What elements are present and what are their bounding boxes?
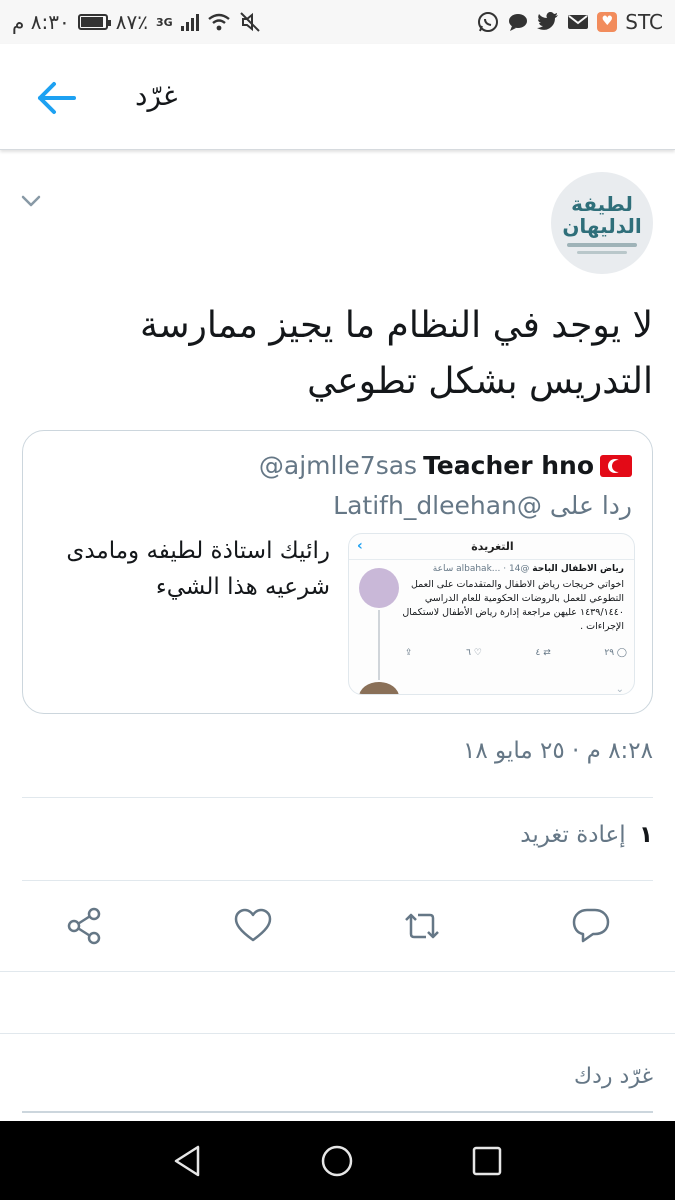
retweet-label: إعادة تغريد [520,822,626,848]
clock: ٨:٣٠ م [12,10,70,34]
avatar[interactable]: لطيفة الدليهان [551,172,653,274]
network-type: 3G [155,16,173,29]
reply-icon[interactable] [571,906,611,946]
quoted-display-name: Teacher hno [423,451,594,480]
carrier-name: STC [625,10,663,34]
app-header: غرّد [0,44,675,150]
media-actions: ⇪ ٦ ♡ ٤ ⇄ ٢٩ ◯ [405,648,627,658]
heart-app-icon: ♥ [597,12,618,32]
page-title: غرّد [135,79,178,112]
quoted-media-image[interactable]: التغريدة ‹ رياض الاطفال الباحة @albahak.… [348,533,635,695]
media-header: رياض الاطفال الباحة @albahak... · 14 ساع… [433,564,624,574]
media-like: ٦ ♡ [466,648,482,658]
status-bar: ٨:٣٠ م ٨٧٪ 3G ♥ STC [0,0,675,44]
android-nav-bar [0,1121,675,1200]
avatar-logo-text: لطيفة الدليهان [562,191,642,238]
quoted-tweet-card[interactable]: @ajmlle7sas Teacher hno ردا على @Latifh_… [22,430,653,714]
reply-underline [22,1111,653,1113]
reply-to-handle[interactable]: @Latifh_dleehan [333,491,542,520]
media-back-icon: ‹ [357,538,363,554]
media-author: رياض الاطفال الباحة [532,564,624,574]
tweet-text: لا يوجد في النظام ما يجيز ممارسة التدريس… [140,305,653,402]
reply-composer: غرّد ردك [0,1033,675,1123]
media-share-icon: ⇪ [405,648,413,658]
like-heart-icon[interactable] [233,906,273,946]
media-chevron-icon: ⌄ [615,684,624,695]
avatar-decoration [567,242,637,247]
whatsapp-icon [478,12,499,32]
media-retweet: ٤ ⇄ [535,648,551,658]
wifi-icon [207,13,230,31]
media-tweet-text: اخواتي خريجات رياض الاطفال والمتقدمات عل… [402,579,624,632]
media-handle-time: @albahak... · 14 ساعة [432,564,530,574]
nav-home-icon[interactable] [317,1141,357,1181]
quoted-tweet-header: @ajmlle7sas Teacher hno [259,451,632,480]
media-thread-line [378,610,380,680]
tweet-action-bar [0,880,675,972]
turkey-flag-icon [600,454,632,477]
battery-percent: ٨٧٪ [115,10,148,34]
media-avatar [359,682,399,694]
retweet-stats[interactable]: ١ إعادة تغريد [520,822,653,848]
tweet-timestamp: ٨:٢٨ م · ٢٥ مايو ١٨ [463,738,653,764]
quoted-handle: @ajmlle7sas [258,451,418,480]
back-arrow-icon[interactable] [30,78,82,118]
share-icon[interactable] [64,906,104,946]
quoted-tweet-text: رائيك استاذة لطيفه ومامدى شرعيه هذا الشي… [66,538,330,600]
reply-to-line: ردا على @Latifh_dleehan [333,491,632,520]
battery-fill [80,17,104,27]
nav-back-icon[interactable] [168,1141,208,1181]
status-left: ٨:٣٠ م ٨٧٪ 3G [12,10,261,34]
mute-icon [239,12,260,32]
media-avatar [359,568,399,608]
reply-to-prefix: ردا على [549,491,632,520]
media-screen-title: التغريدة [349,534,634,560]
retweet-icon[interactable] [402,906,442,946]
twitter-bird-icon [537,12,559,30]
tweet-detail-screen: ٨:٣٠ م ٨٧٪ 3G ♥ STC غرّد لطيفة الدليهان … [0,0,675,1200]
nav-recents-icon[interactable] [467,1141,507,1181]
chevron-down-icon[interactable] [18,190,44,212]
avatar-decoration [577,250,627,254]
reply-input[interactable]: غرّد ردك [574,1064,653,1089]
battery-icon [77,14,111,30]
chat-bubble-icon [509,14,528,31]
media-reply: ٢٩ ◯ [604,648,627,658]
status-right: ♥ STC [477,10,663,34]
retweet-count: ١ [638,822,653,848]
email-icon [568,15,589,29]
signal-icon [180,13,199,31]
divider [22,797,653,798]
